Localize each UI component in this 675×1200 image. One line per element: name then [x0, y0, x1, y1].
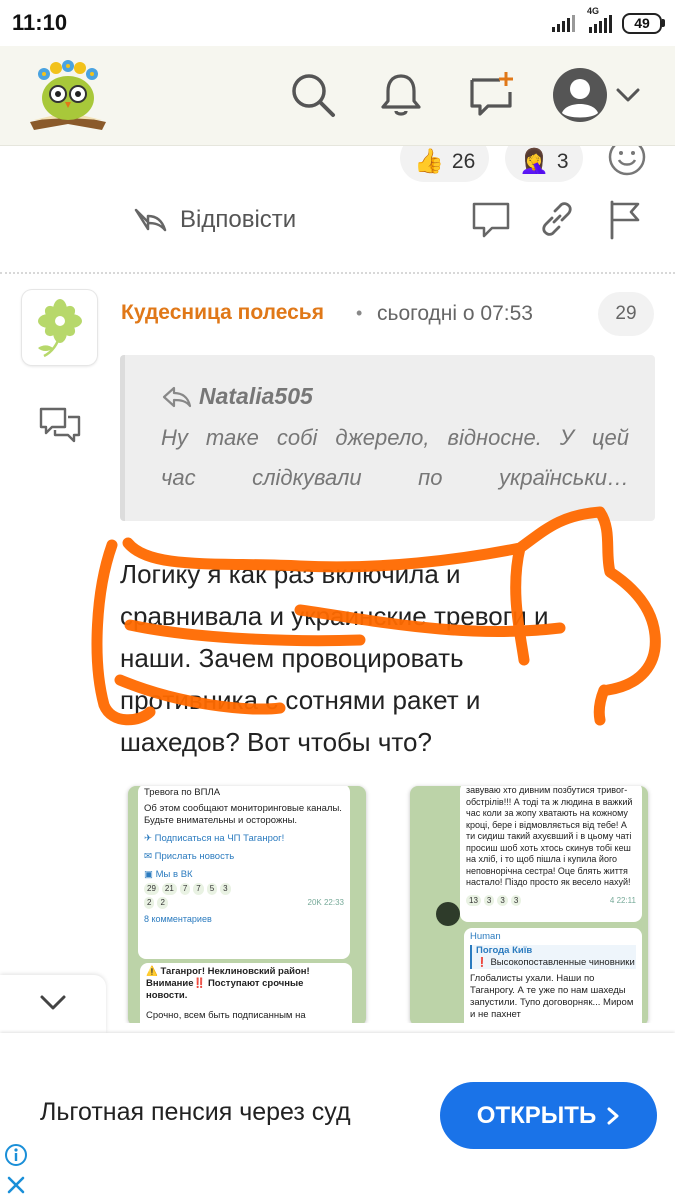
chevron-down-icon[interactable] [614, 81, 642, 109]
post-divider [0, 272, 675, 274]
quote-reply-arrow-icon [162, 386, 192, 407]
search-icon[interactable] [286, 68, 340, 122]
battery-icon: 49 [622, 12, 665, 34]
clover-flower-icon [38, 299, 82, 358]
post-text-line: Логику я как раз включила и [120, 559, 461, 589]
chevron-down-icon [40, 995, 66, 1010]
new-message-icon[interactable] [464, 68, 518, 122]
quote-header[interactable]: Natalia505 [161, 383, 313, 410]
telegram-message: Human Погода Київ ❗ Высокопоставленные ч… [464, 928, 642, 1023]
status-bar: 11:10 4G 49 [0, 0, 675, 46]
comments-bubble-icon[interactable] [38, 405, 82, 445]
post-body: Логику я как раз включила и сравнивала и… [120, 553, 655, 763]
reaction-facepalm[interactable]: 🤦‍♀️ 3 [505, 146, 583, 182]
reply-label: Відповісти [180, 206, 297, 233]
post-text-line: противника с сотнями ракет и [120, 685, 481, 715]
reply-arrow-icon [134, 208, 167, 232]
quote-author: Natalia505 [199, 383, 313, 409]
attached-screenshot-1[interactable]: Тревога по ВПЛА Об этом сообщают монитор… [128, 786, 366, 1023]
wifi-signal-icon [552, 14, 575, 32]
post-text-line: наши. Зачем провоцировать [120, 643, 464, 673]
comment-icon[interactable] [470, 198, 512, 240]
post-text-line: сравнивала и украинские тревоги и [120, 601, 549, 631]
meta-separator: • [356, 303, 363, 323]
ad-close-icon[interactable] [4, 1173, 28, 1197]
status-icons: 4G 49 [552, 6, 665, 38]
link-icon[interactable] [536, 198, 578, 240]
post-actions: Відповісти [0, 190, 675, 250]
quote-text-line: час слідкували по українськи… [161, 465, 629, 490]
status-time: 11:10 [12, 10, 68, 35]
telegram-link: ▣ Мы в ВК [144, 869, 193, 880]
ad-text[interactable]: Льготная пенсия через суд [40, 1098, 351, 1127]
telegram-link: ✉ Прислать новость [144, 851, 235, 862]
site-logo[interactable] [22, 56, 114, 136]
telegram-link: ✈ Подписаться на ЧП Таганрог! [144, 833, 285, 844]
app-bar [0, 46, 675, 146]
add-reaction-smiley-icon[interactable] [606, 146, 648, 178]
ad-open-button[interactable]: ОТКРЫТЬ [440, 1082, 657, 1149]
post-text-line: шахедов? Вот чтобы что? [120, 727, 432, 757]
bell-icon[interactable] [374, 68, 428, 122]
telegram-message: завуваю хто дивним позбутися тривог-обст… [460, 786, 642, 922]
telegram-message: Тревога по ВПЛА Об этом сообщают монитор… [138, 786, 350, 959]
quote-block: Natalia505 Ну таке собі джерело, відносн… [120, 355, 655, 521]
reaction-thumbs-up[interactable]: 👍 26 [400, 146, 490, 182]
telegram-message: ⚠️ Таганрог! Неклиновский район! Внимани… [140, 963, 352, 1023]
collapse-tab[interactable] [0, 975, 106, 1033]
flag-icon[interactable] [604, 198, 646, 240]
post-number-badge[interactable]: 29 [598, 292, 654, 336]
reply-button[interactable]: Відповісти [132, 200, 296, 240]
time-fade [540, 298, 568, 328]
chevron-right-icon [607, 1107, 619, 1124]
ad-banner: Льготная пенсия через суд ОТКРЫТЬ [0, 1033, 675, 1200]
user-avatar-icon[interactable] [552, 67, 608, 123]
ad-info-icon[interactable] [4, 1143, 28, 1167]
author-avatar[interactable] [22, 290, 97, 365]
post-author[interactable]: Кудесница полесья [121, 301, 324, 325]
reactions-row: 👍 26 🤦‍♀️ 3 [0, 146, 675, 190]
attached-screenshot-2[interactable]: завуваю хто дивним позбутися тривог-обст… [410, 786, 648, 1023]
sender-avatar [436, 902, 460, 926]
telegram-reactions: 29 21 7 7 5 3 [144, 883, 344, 895]
post-time[interactable]: сьогодні о 07:53 [377, 302, 563, 326]
cellular-signal-icon: 4G [585, 6, 612, 33]
quote-text-line: Ну таке собі джерело, відносне. У цей [161, 425, 629, 450]
